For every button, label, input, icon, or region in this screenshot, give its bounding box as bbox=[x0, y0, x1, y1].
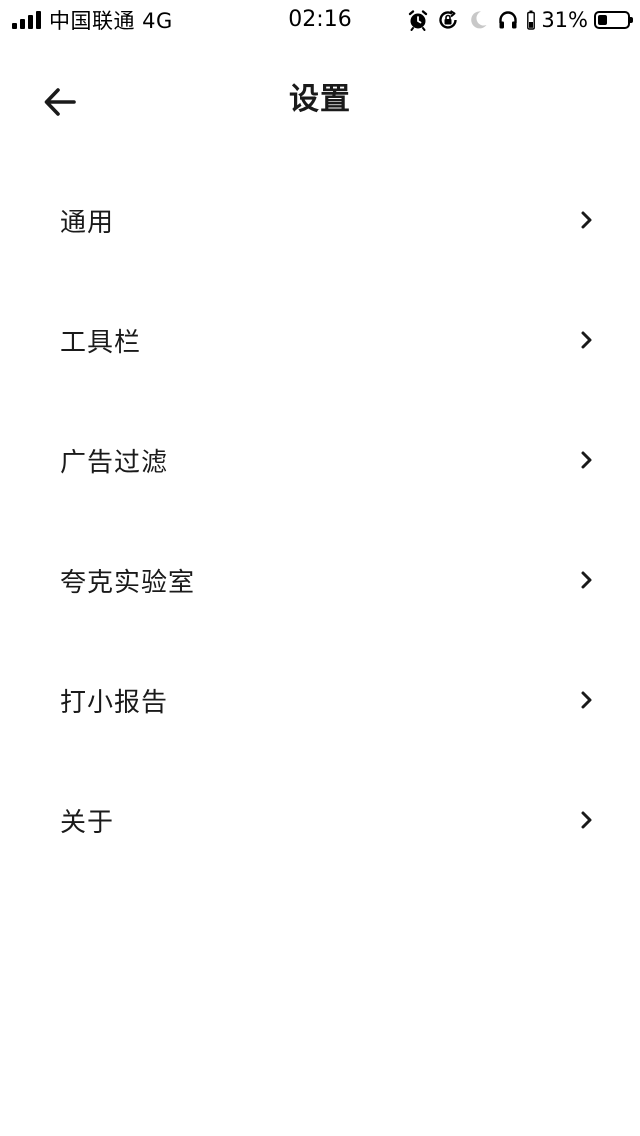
headphones-icon bbox=[499, 11, 518, 29]
settings-item-label: 工具栏 bbox=[60, 327, 142, 358]
settings-item-label: 打小报告 bbox=[60, 687, 169, 718]
header: 设置 bbox=[0, 60, 640, 140]
settings-item-label: 关于 bbox=[60, 807, 115, 838]
chevron-right-icon bbox=[581, 331, 592, 349]
alarm-icon bbox=[409, 10, 428, 31]
status-bar: 中国联通 4G 02:16 31% bbox=[0, 0, 640, 40]
settings-item-label: 通用 bbox=[60, 207, 115, 238]
battery-percent: 31% bbox=[541, 8, 588, 32]
battery-indicator-icon bbox=[527, 10, 536, 30]
chevron-right-icon bbox=[581, 811, 592, 829]
battery-tip bbox=[630, 17, 633, 23]
settings-item-toolbar[interactable]: 工具栏 bbox=[0, 280, 640, 400]
settings-item-about[interactable]: 关于 bbox=[0, 760, 640, 880]
chevron-right-icon bbox=[581, 211, 592, 229]
moon-icon bbox=[471, 11, 487, 29]
settings-item-feedback[interactable]: 打小报告 bbox=[0, 640, 640, 760]
battery-fill bbox=[598, 15, 607, 25]
chevron-right-icon bbox=[581, 451, 592, 469]
settings-item-label: 夸克实验室 bbox=[60, 567, 196, 598]
battery-icon bbox=[594, 11, 633, 29]
settings-list: 通用 工具栏 广告过滤 夸克实验室 打小报告 关于 bbox=[0, 160, 640, 880]
orientation-lock-icon bbox=[439, 10, 458, 29]
chevron-right-icon bbox=[581, 571, 592, 589]
chevron-right-icon bbox=[581, 691, 592, 709]
settings-item-lab[interactable]: 夸克实验室 bbox=[0, 520, 640, 640]
settings-item-label: 广告过滤 bbox=[60, 447, 169, 478]
settings-item-ad-filter[interactable]: 广告过滤 bbox=[0, 400, 640, 520]
page-title: 设置 bbox=[289, 82, 351, 117]
settings-item-general[interactable]: 通用 bbox=[0, 160, 640, 280]
status-bar-right: 31% bbox=[407, 6, 633, 34]
